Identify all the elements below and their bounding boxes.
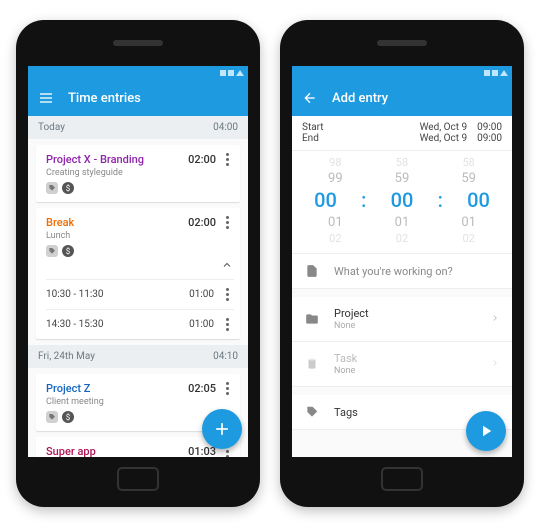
section-total: 04:00 bbox=[213, 122, 238, 133]
billable-icon: $ bbox=[62, 411, 74, 423]
appbar-title: Add entry bbox=[332, 91, 388, 106]
start-date: Wed, Oct 9 bbox=[420, 122, 468, 133]
entry-title: Project Z bbox=[46, 382, 188, 395]
section-total: 04:10 bbox=[213, 351, 238, 362]
tag-icon bbox=[46, 411, 58, 423]
clipboard-icon bbox=[304, 357, 320, 371]
status-icon bbox=[484, 70, 490, 76]
folder-icon bbox=[304, 312, 320, 326]
start-end-block[interactable]: Start Wed, Oct 9 09:00 End Wed, Oct 9 09… bbox=[292, 116, 512, 151]
start-label: Start bbox=[302, 122, 324, 133]
subentry-row[interactable]: 10:30 - 11:30 01:00 bbox=[46, 279, 234, 301]
description-field[interactable]: What you're working on? bbox=[292, 254, 512, 289]
task-label: Task bbox=[334, 352, 476, 365]
task-value: None bbox=[334, 366, 476, 376]
project-value: None bbox=[334, 321, 476, 331]
entry-duration: 02:05 bbox=[188, 382, 220, 395]
tag-icon bbox=[304, 405, 320, 419]
chevron-right-icon bbox=[490, 358, 500, 371]
entry-menu-button[interactable] bbox=[220, 288, 234, 301]
entry-menu-button[interactable] bbox=[220, 382, 234, 395]
appbar: Time entries bbox=[28, 80, 248, 116]
entry-card[interactable]: Project X - Branding Creating styleguide… bbox=[36, 145, 240, 202]
section-header: Fri, 24th May 04:10 bbox=[28, 345, 248, 368]
subentry-duration: 01:00 bbox=[189, 319, 214, 330]
description-placeholder: What you're working on? bbox=[334, 265, 453, 278]
screen-left: Time entries Today 04:00 Project X - Bra… bbox=[28, 66, 248, 457]
status-icon bbox=[228, 70, 234, 76]
subentry-duration: 01:00 bbox=[189, 289, 214, 300]
subentry-range: 10:30 - 11:30 bbox=[46, 289, 104, 300]
description-icon bbox=[304, 264, 320, 278]
entry-duration: 02:00 bbox=[188, 216, 220, 229]
entries-list: Today 04:00 Project X - Branding Creatin… bbox=[28, 116, 248, 457]
entry-subtitle: Lunch bbox=[46, 231, 188, 241]
entry-menu-button[interactable] bbox=[220, 318, 234, 331]
status-icon bbox=[220, 70, 226, 76]
duration-picker[interactable]: 98 58 58 99 59 59 00 : 00 : 00 01 bbox=[292, 151, 512, 254]
section-label: Today bbox=[38, 122, 65, 133]
entry-duration: 02:00 bbox=[188, 153, 220, 166]
phone-right: Add entry Start Wed, Oct 9 09:00 End Wed… bbox=[280, 20, 524, 507]
billable-icon: $ bbox=[62, 245, 74, 257]
hamburger-menu-icon[interactable] bbox=[38, 90, 54, 106]
phone-left: Time entries Today 04:00 Project X - Bra… bbox=[16, 20, 260, 507]
subentry-row[interactable]: 14:30 - 15:30 01:00 bbox=[46, 309, 234, 331]
project-label: Project bbox=[334, 307, 476, 320]
entry-title: Break bbox=[46, 216, 188, 229]
section-label: Fri, 24th May bbox=[38, 351, 95, 362]
picker-hours: 00 bbox=[314, 188, 337, 212]
entry-menu-button[interactable] bbox=[220, 153, 234, 166]
end-time: 09:00 bbox=[477, 133, 502, 144]
start-time: 09:00 bbox=[477, 122, 502, 133]
appbar-title: Time entries bbox=[68, 91, 141, 106]
entry-menu-button[interactable] bbox=[220, 216, 234, 229]
task-field: Task None bbox=[292, 342, 512, 387]
entry-title: Super app bbox=[46, 445, 188, 457]
start-timer-fab[interactable] bbox=[466, 411, 506, 451]
tag-icon bbox=[46, 182, 58, 194]
end-label: End bbox=[302, 133, 319, 144]
picker-minutes: 00 bbox=[391, 188, 414, 212]
billable-icon: $ bbox=[62, 182, 74, 194]
end-date: Wed, Oct 9 bbox=[420, 133, 468, 144]
screen-right: Add entry Start Wed, Oct 9 09:00 End Wed… bbox=[292, 66, 512, 457]
entry-subtitle: Creating styleguide bbox=[46, 168, 188, 178]
chevron-right-icon bbox=[490, 313, 500, 326]
entry-title: Project X - Branding bbox=[46, 153, 188, 166]
back-arrow-icon[interactable] bbox=[302, 90, 318, 106]
appbar: Add entry bbox=[292, 80, 512, 116]
entry-card[interactable]: Break Lunch $ 02:00 bbox=[36, 208, 240, 339]
status-icon bbox=[500, 70, 508, 76]
picker-seconds: 00 bbox=[467, 188, 490, 212]
add-entry-form: Start Wed, Oct 9 09:00 End Wed, Oct 9 09… bbox=[292, 116, 512, 457]
collapse-icon[interactable] bbox=[220, 259, 234, 271]
tag-icon bbox=[46, 245, 58, 257]
subentry-range: 14:30 - 15:30 bbox=[46, 319, 104, 330]
status-icon bbox=[236, 70, 244, 76]
statusbar bbox=[28, 66, 248, 80]
add-entry-fab[interactable] bbox=[202, 409, 242, 449]
section-header: Today 04:00 bbox=[28, 116, 248, 139]
project-field[interactable]: Project None bbox=[292, 297, 512, 342]
status-icon bbox=[492, 70, 498, 76]
statusbar bbox=[292, 66, 512, 80]
entry-subtitle: Client meeting bbox=[46, 397, 188, 407]
